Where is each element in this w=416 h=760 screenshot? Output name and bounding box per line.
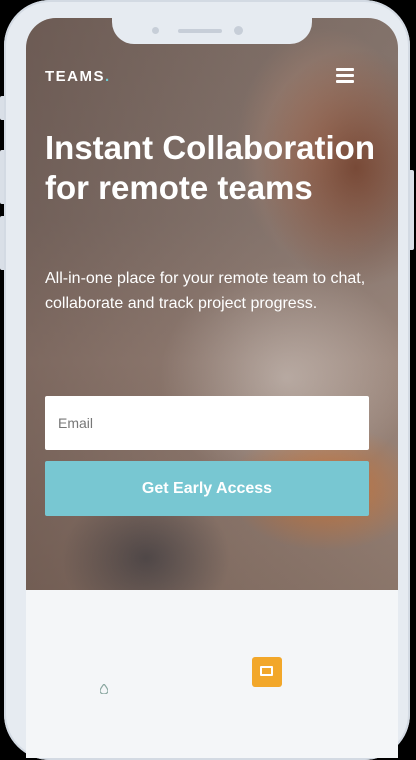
hero-subtext: All-in-one place for your remote team to… [45, 270, 366, 312]
menu-bar [336, 68, 354, 71]
logo-text: TEAMS [45, 68, 105, 85]
menu-bar [336, 74, 354, 77]
side-button [0, 96, 4, 120]
sensor-dot [152, 27, 159, 34]
speaker-grille [178, 29, 222, 33]
phone-frame: TEAMS. Instant Collaboration for remote … [0, 0, 414, 760]
front-camera [234, 26, 243, 35]
phone-screen: TEAMS. Instant Collaboration for remote … [26, 18, 398, 758]
side-button [0, 150, 4, 204]
side-button [0, 216, 4, 270]
email-input[interactable] [45, 396, 369, 450]
side-button [410, 170, 414, 250]
get-early-access-button[interactable]: Get Early Access [45, 461, 369, 516]
phone-notch [112, 18, 312, 44]
hamburger-menu-icon[interactable] [336, 68, 354, 83]
brand-logo[interactable]: TEAMS. [45, 68, 111, 85]
hero-headline: Instant Collaboration for remote teams [45, 129, 375, 206]
menu-bar [336, 80, 354, 83]
hero-content: TEAMS. Instant Collaboration for remote … [26, 18, 398, 758]
logo-dot: . [105, 68, 111, 85]
